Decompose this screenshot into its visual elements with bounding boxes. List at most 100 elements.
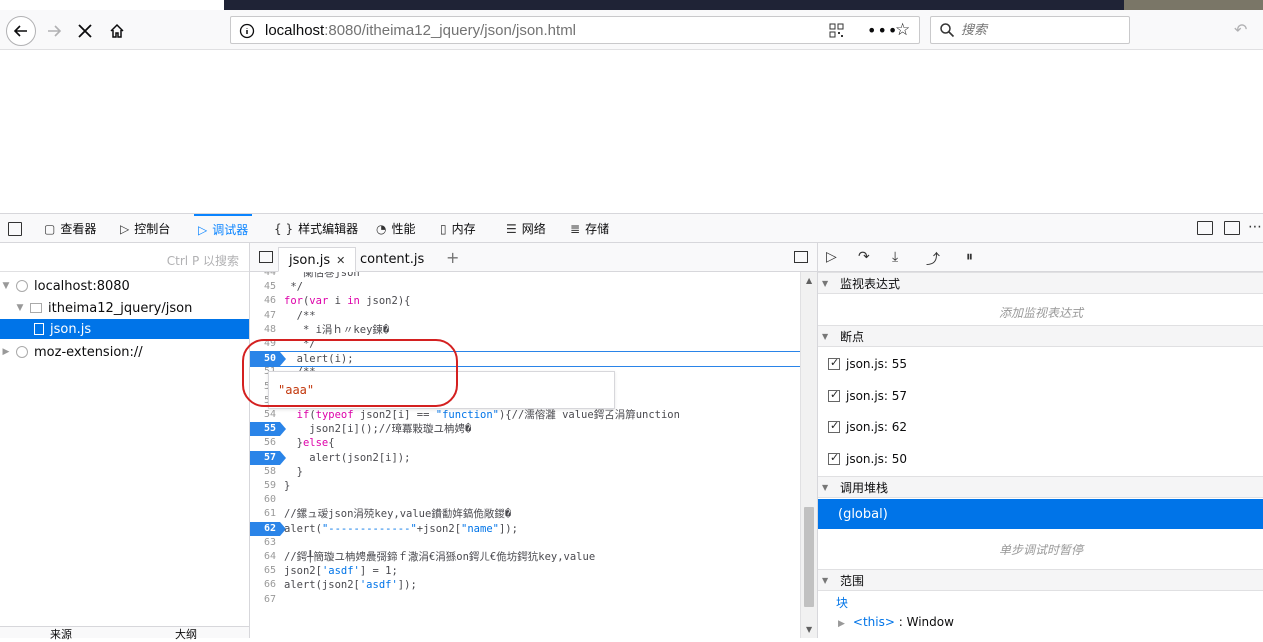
bookmark-star-icon[interactable]: ☆ xyxy=(895,20,910,40)
chevron-down-icon[interactable]: ▼ xyxy=(14,303,26,313)
line-number[interactable]: 63 xyxy=(250,536,276,550)
tab-console[interactable]: ▷ 控制台 xyxy=(116,214,174,243)
step-in-icon[interactable]: ⤓ xyxy=(892,249,898,265)
tab-style-editor[interactable]: { } 样式编辑器 xyxy=(270,214,362,243)
tree-item-json-js[interactable]: json.js xyxy=(0,319,249,339)
element-picker-icon[interactable] xyxy=(8,222,22,236)
tab-outline[interactable]: 大纲 xyxy=(175,626,197,642)
watch-section-header[interactable]: ▼ 监视表达式 xyxy=(818,272,1263,294)
info-icon[interactable] xyxy=(239,23,255,39)
options-icon[interactable]: ⋯ xyxy=(1248,219,1262,235)
page-actions-icon[interactable]: ••• xyxy=(867,21,898,40)
scope-this-row[interactable]: ▶ <this> : Window xyxy=(838,615,954,629)
undo-icon[interactable]: ↶ xyxy=(1234,20,1247,39)
editor-tab-content-js[interactable]: content.js xyxy=(350,247,434,272)
line-number[interactable]: 65 xyxy=(250,564,276,578)
url-bar[interactable]: localhost:8080/itheima12_jquery/json/jso… xyxy=(230,16,920,44)
tree-item-moz-extension[interactable]: ▶ moz-extension:// xyxy=(0,342,249,362)
stop-button[interactable] xyxy=(70,16,100,46)
editor-scrollbar[interactable]: ▲ ▼ xyxy=(800,272,817,638)
code-area[interactable]: 44 阑佸巻json 45 */46 for(var i in json2){47 … xyxy=(250,272,800,638)
code-line[interactable]: 58 } xyxy=(250,465,800,479)
scope-block[interactable]: 块 xyxy=(836,594,848,611)
chevron-down-icon[interactable]: ▼ xyxy=(0,281,12,291)
code-line[interactable]: 44 阑佸巻json xyxy=(250,272,800,280)
line-number[interactable]: 56 xyxy=(250,436,276,450)
breakpoint-checkbox[interactable] xyxy=(828,356,840,370)
back-button[interactable] xyxy=(6,16,36,46)
line-number[interactable]: 49 xyxy=(250,337,276,351)
add-tab-icon[interactable]: + xyxy=(446,248,459,267)
line-number[interactable]: 47 xyxy=(250,309,276,323)
tab-inspector[interactable]: ▢ 查看器 xyxy=(40,214,100,243)
breakpoint-checkbox[interactable] xyxy=(828,419,840,433)
line-number[interactable]: 64 xyxy=(250,550,276,564)
breakpoint-marker[interactable]: 50 xyxy=(250,352,286,367)
code-line[interactable]: 62 alert("-------------"+json2["name"]); xyxy=(250,521,800,536)
line-number[interactable]: 58 xyxy=(250,465,276,479)
tab-storage[interactable]: ≣ 存储 xyxy=(566,214,613,243)
step-out-icon[interactable]: ⤴ xyxy=(926,249,940,269)
tab-memory[interactable]: ▯ 内存 xyxy=(436,214,480,243)
line-number[interactable]: 45 xyxy=(250,280,276,294)
breakpoint-item[interactable]: json.js: 50 xyxy=(828,451,907,466)
scrollbar-thumb[interactable] xyxy=(804,507,814,607)
scroll-up-icon[interactable]: ▲ xyxy=(806,276,812,285)
tree-item-folder[interactable]: ▼ itheima12_jquery/json xyxy=(0,298,249,318)
dock-layout-icon[interactable] xyxy=(1197,221,1213,235)
watch-placeholder[interactable]: 添加监视表达式 xyxy=(818,304,1263,321)
code-line[interactable]: 56 }else{ xyxy=(250,436,800,450)
source-filter-bar[interactable]: Ctrl P 以搜索 xyxy=(0,243,249,272)
code-line[interactable]: 48 * i涓ｈ〃key鍊� xyxy=(250,323,800,337)
line-number[interactable]: 66 xyxy=(250,578,276,592)
step-over-icon[interactable]: ↷ xyxy=(858,249,870,265)
breakpoint-checkbox[interactable] xyxy=(828,388,840,402)
breakpoint-marker[interactable]: 62 xyxy=(250,521,286,536)
code-line[interactable]: 63 xyxy=(250,536,800,550)
code-line[interactable]: 54 if(typeof json2[i] == "function"){//濡… xyxy=(250,408,800,422)
tree-item-host[interactable]: ▼ localhost:8080 xyxy=(0,276,249,296)
split-console-icon[interactable] xyxy=(1224,221,1240,235)
breakpoints-section-header[interactable]: ▼ 断点 xyxy=(818,325,1263,347)
breakpoint-item[interactable]: json.js: 62 xyxy=(828,419,907,434)
pause-on-exception-icon[interactable]: ⏸ xyxy=(966,249,973,265)
code-line[interactable]: 49 */ xyxy=(250,337,800,351)
line-number[interactable]: 54 xyxy=(250,408,276,422)
line-number[interactable]: 60 xyxy=(250,493,276,507)
line-number[interactable]: 67 xyxy=(250,593,276,607)
breakpoint-item[interactable]: json.js: 57 xyxy=(828,388,907,403)
line-number[interactable]: 61 xyxy=(250,507,276,521)
line-number[interactable]: 59 xyxy=(250,479,276,493)
home-button[interactable] xyxy=(102,16,132,46)
tab-debugger[interactable]: ▷ 调试器 xyxy=(194,214,253,243)
code-line[interactable]: 55 json2[i]();//璋冪敤璇ユ柟娉� xyxy=(250,422,800,437)
toggle-sources-icon[interactable] xyxy=(259,251,273,263)
breakpoint-marker[interactable]: 57 xyxy=(250,450,286,465)
scopes-section-header[interactable]: ▼ 范围 xyxy=(818,569,1263,591)
line-number[interactable]: 44 xyxy=(250,272,276,280)
editor-tab-json-js[interactable]: json.js ✕ xyxy=(278,247,357,272)
tab-network[interactable]: ☰ 网络 xyxy=(502,214,550,243)
qr-code-icon[interactable] xyxy=(829,23,844,38)
breakpoint-marker[interactable]: 55 xyxy=(250,422,286,437)
scroll-down-icon[interactable]: ▼ xyxy=(806,625,812,634)
code-line[interactable]: 66 alert(json2['asdf']); xyxy=(250,578,800,592)
callstack-section-header[interactable]: ▼ 调用堆栈 xyxy=(818,476,1263,498)
code-line[interactable]: 64 //鍔╀簡璇ユ柟娉曟彁鍗ｆ潵涓€涓猻on鍔ㄦ€佹坊鍔犺key,value xyxy=(250,550,800,564)
breakpoint-checkbox[interactable] xyxy=(828,451,840,465)
code-line[interactable]: 57 alert(json2[i]); xyxy=(250,450,800,465)
code-line[interactable]: 45 */ xyxy=(250,280,800,294)
search-box[interactable] xyxy=(930,16,1130,44)
breakpoint-item[interactable]: json.js: 55 xyxy=(828,356,907,371)
code-line[interactable]: 60 xyxy=(250,493,800,507)
search-input[interactable] xyxy=(961,21,1121,39)
toggle-sidebar-icon[interactable] xyxy=(794,251,808,263)
code-line[interactable]: 46 for(var i in json2){ xyxy=(250,294,800,308)
code-line[interactable]: 67 xyxy=(250,593,800,607)
callstack-frame[interactable]: (global) xyxy=(818,499,1263,529)
tab-performance[interactable]: ◔ 性能 xyxy=(372,214,420,243)
tab-sources[interactable]: 来源 xyxy=(50,626,72,642)
code-line[interactable]: 47 /** xyxy=(250,309,800,323)
forward-button[interactable] xyxy=(39,16,69,46)
line-number[interactable]: 48 xyxy=(250,323,276,337)
